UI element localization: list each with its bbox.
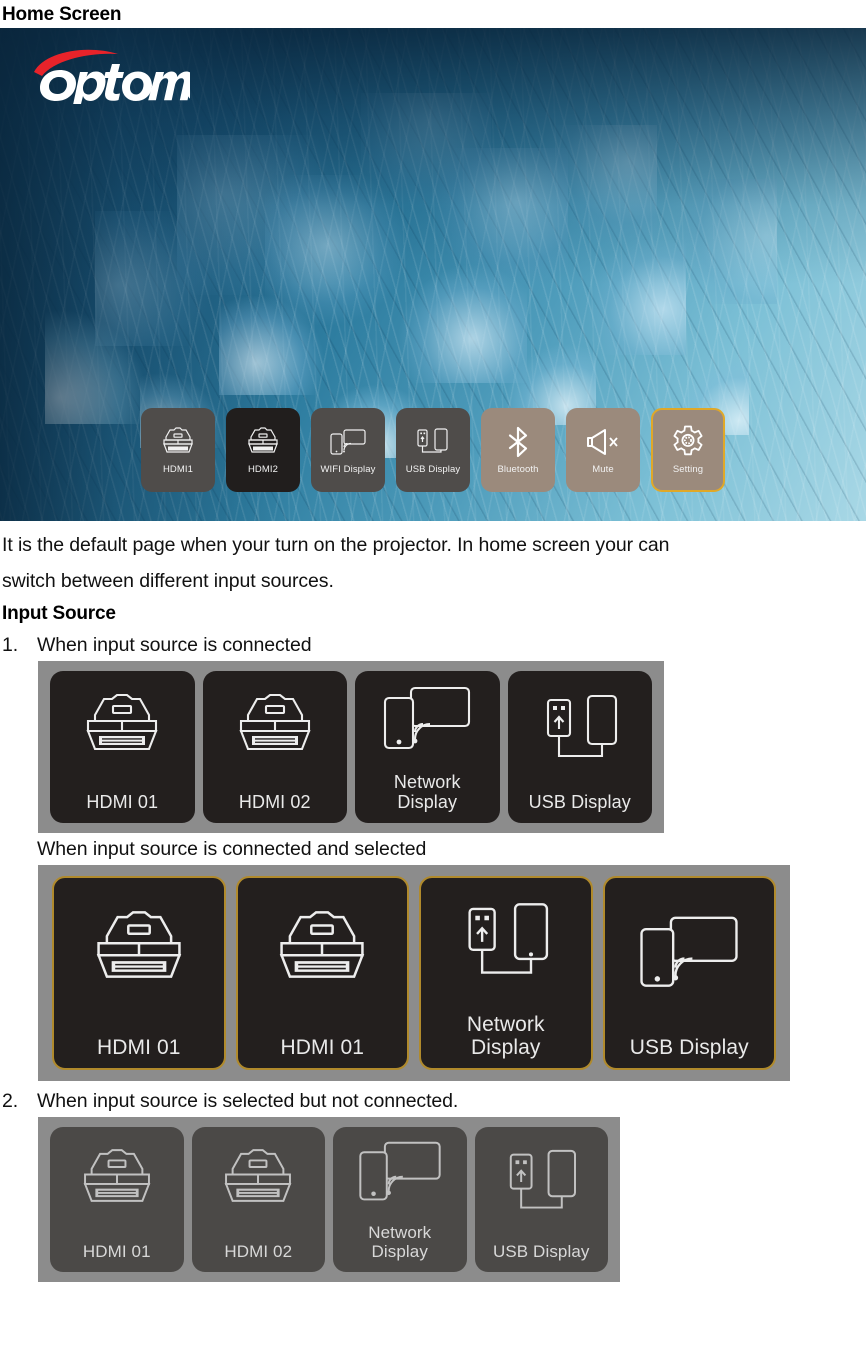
hdmi-connector-icon (52, 1129, 182, 1236)
source-card-label: Network Display (466, 1013, 545, 1059)
cast-screen-icon (357, 673, 498, 766)
source-card-label: HDMI 01 (82, 1242, 151, 1261)
list-number: 2. (2, 1090, 19, 1112)
source-card-hdmi01-selected[interactable]: HDMI 01 (52, 876, 226, 1070)
source-card-network-display-selected[interactable]: Network Display (419, 876, 593, 1070)
optoma-logo (30, 46, 190, 104)
toolbar-tile-label: HDMI2 (247, 464, 279, 475)
source-card-label: USB Display (492, 1242, 590, 1261)
intro-paragraph-line-2: switch between different input sources. (2, 570, 334, 592)
toolbar-tile-hdmi2[interactable]: HDMI2 (226, 408, 300, 492)
page-title: Home Screen (2, 4, 122, 25)
panel-connected: HDMI 01 HDMI 02 Network Display USB Disp… (38, 661, 664, 833)
source-card-usb-display[interactable]: USB Display (507, 671, 652, 823)
source-card-label: USB Display (528, 792, 631, 812)
usb-phone-icon (421, 878, 591, 1007)
hdmi-connector-icon (158, 425, 198, 459)
hdmi-connector-icon (238, 878, 408, 1030)
toolbar-tile-label: Bluetooth (497, 464, 539, 475)
cast-screen-icon (335, 1129, 465, 1217)
source-card-hdmi02-disabled[interactable]: HDMI 02 (191, 1127, 325, 1272)
list-text: When input source is connected (37, 634, 312, 656)
source-card-usb-display-disabled[interactable]: USB Display (474, 1127, 608, 1272)
source-toolbar[interactable]: HDMI1 HDMI2 WIFI Display USB Display Blu… (0, 393, 866, 521)
toolbar-tile-usb-display[interactable]: USB Display (396, 408, 470, 492)
speaker-mute-icon (583, 425, 623, 459)
toolbar-tile-label: WIFI Display (320, 464, 376, 475)
cast-screen-icon (328, 425, 368, 459)
gear-icon (668, 425, 708, 459)
usb-phone-icon (413, 425, 453, 459)
source-card-network-display-disabled[interactable]: Network Display (333, 1127, 467, 1272)
hdmi-connector-icon (205, 673, 346, 786)
sub-caption-connected-selected: When input source is connected and selec… (37, 838, 427, 860)
hdmi-connector-icon (194, 1129, 324, 1236)
source-card-hdmi02[interactable]: HDMI 02 (202, 671, 347, 823)
toolbar-tile-bluetooth[interactable]: Bluetooth (481, 408, 555, 492)
bluetooth-icon (498, 425, 538, 459)
toolbar-tile-mute[interactable]: Mute (566, 408, 640, 492)
toolbar-tile-label: HDMI1 (162, 464, 194, 475)
list-number: 1. (2, 634, 19, 656)
source-card-label: Network Display (368, 1223, 432, 1261)
list-item-2: 2. When input source is selected but not… (0, 1085, 866, 1117)
list-text: When input source is selected but not co… (37, 1090, 459, 1112)
source-card-usb-display-selected[interactable]: USB Display (602, 876, 776, 1070)
source-card-label: HDMI 02 (224, 1242, 293, 1261)
source-card-hdmi01[interactable]: HDMI 01 (50, 671, 195, 823)
panel-not-connected: HDMI 01 HDMI 02 Network Display USB Disp… (38, 1117, 620, 1282)
source-card-label: HDMI 01 (280, 1036, 365, 1059)
hdmi-connector-icon (52, 673, 193, 786)
list-item-1: 1. When input source is connected (0, 629, 866, 661)
source-card-hdmi01-selected-2[interactable]: HDMI 01 (235, 876, 409, 1070)
toolbar-tile-hdmi1[interactable]: HDMI1 (141, 408, 215, 492)
hdmi-connector-icon (54, 878, 224, 1030)
usb-phone-icon (477, 1129, 607, 1236)
source-card-network-display[interactable]: Network Display (355, 671, 500, 823)
hdmi-connector-icon (243, 425, 283, 459)
toolbar-tile-label: USB Display (405, 464, 461, 475)
panel-connected-selected: HDMI 01 HDMI 01 Network Display USB Disp… (38, 865, 790, 1081)
toolbar-tile-label: Mute (592, 464, 614, 475)
home-screen-preview: HDMI1 HDMI2 WIFI Display USB Display Blu… (0, 28, 866, 521)
intro-paragraph-line-1: It is the default page when your turn on… (2, 534, 670, 556)
toolbar-tile-setting[interactable]: Setting (651, 408, 725, 492)
source-card-label: HDMI 01 (96, 1036, 181, 1059)
source-card-label: HDMI 01 (86, 792, 159, 812)
source-card-hdmi01-disabled[interactable]: HDMI 01 (50, 1127, 184, 1272)
usb-phone-icon (510, 673, 651, 786)
toolbar-tile-wifi-display[interactable]: WIFI Display (311, 408, 385, 492)
cast-screen-icon (605, 878, 775, 1030)
toolbar-tile-label: Setting (672, 464, 704, 475)
source-card-label: USB Display (629, 1036, 749, 1059)
source-card-label: Network Display (393, 772, 461, 812)
source-card-label: HDMI 02 (238, 792, 311, 812)
section-heading-input-source: Input Source (2, 603, 116, 624)
